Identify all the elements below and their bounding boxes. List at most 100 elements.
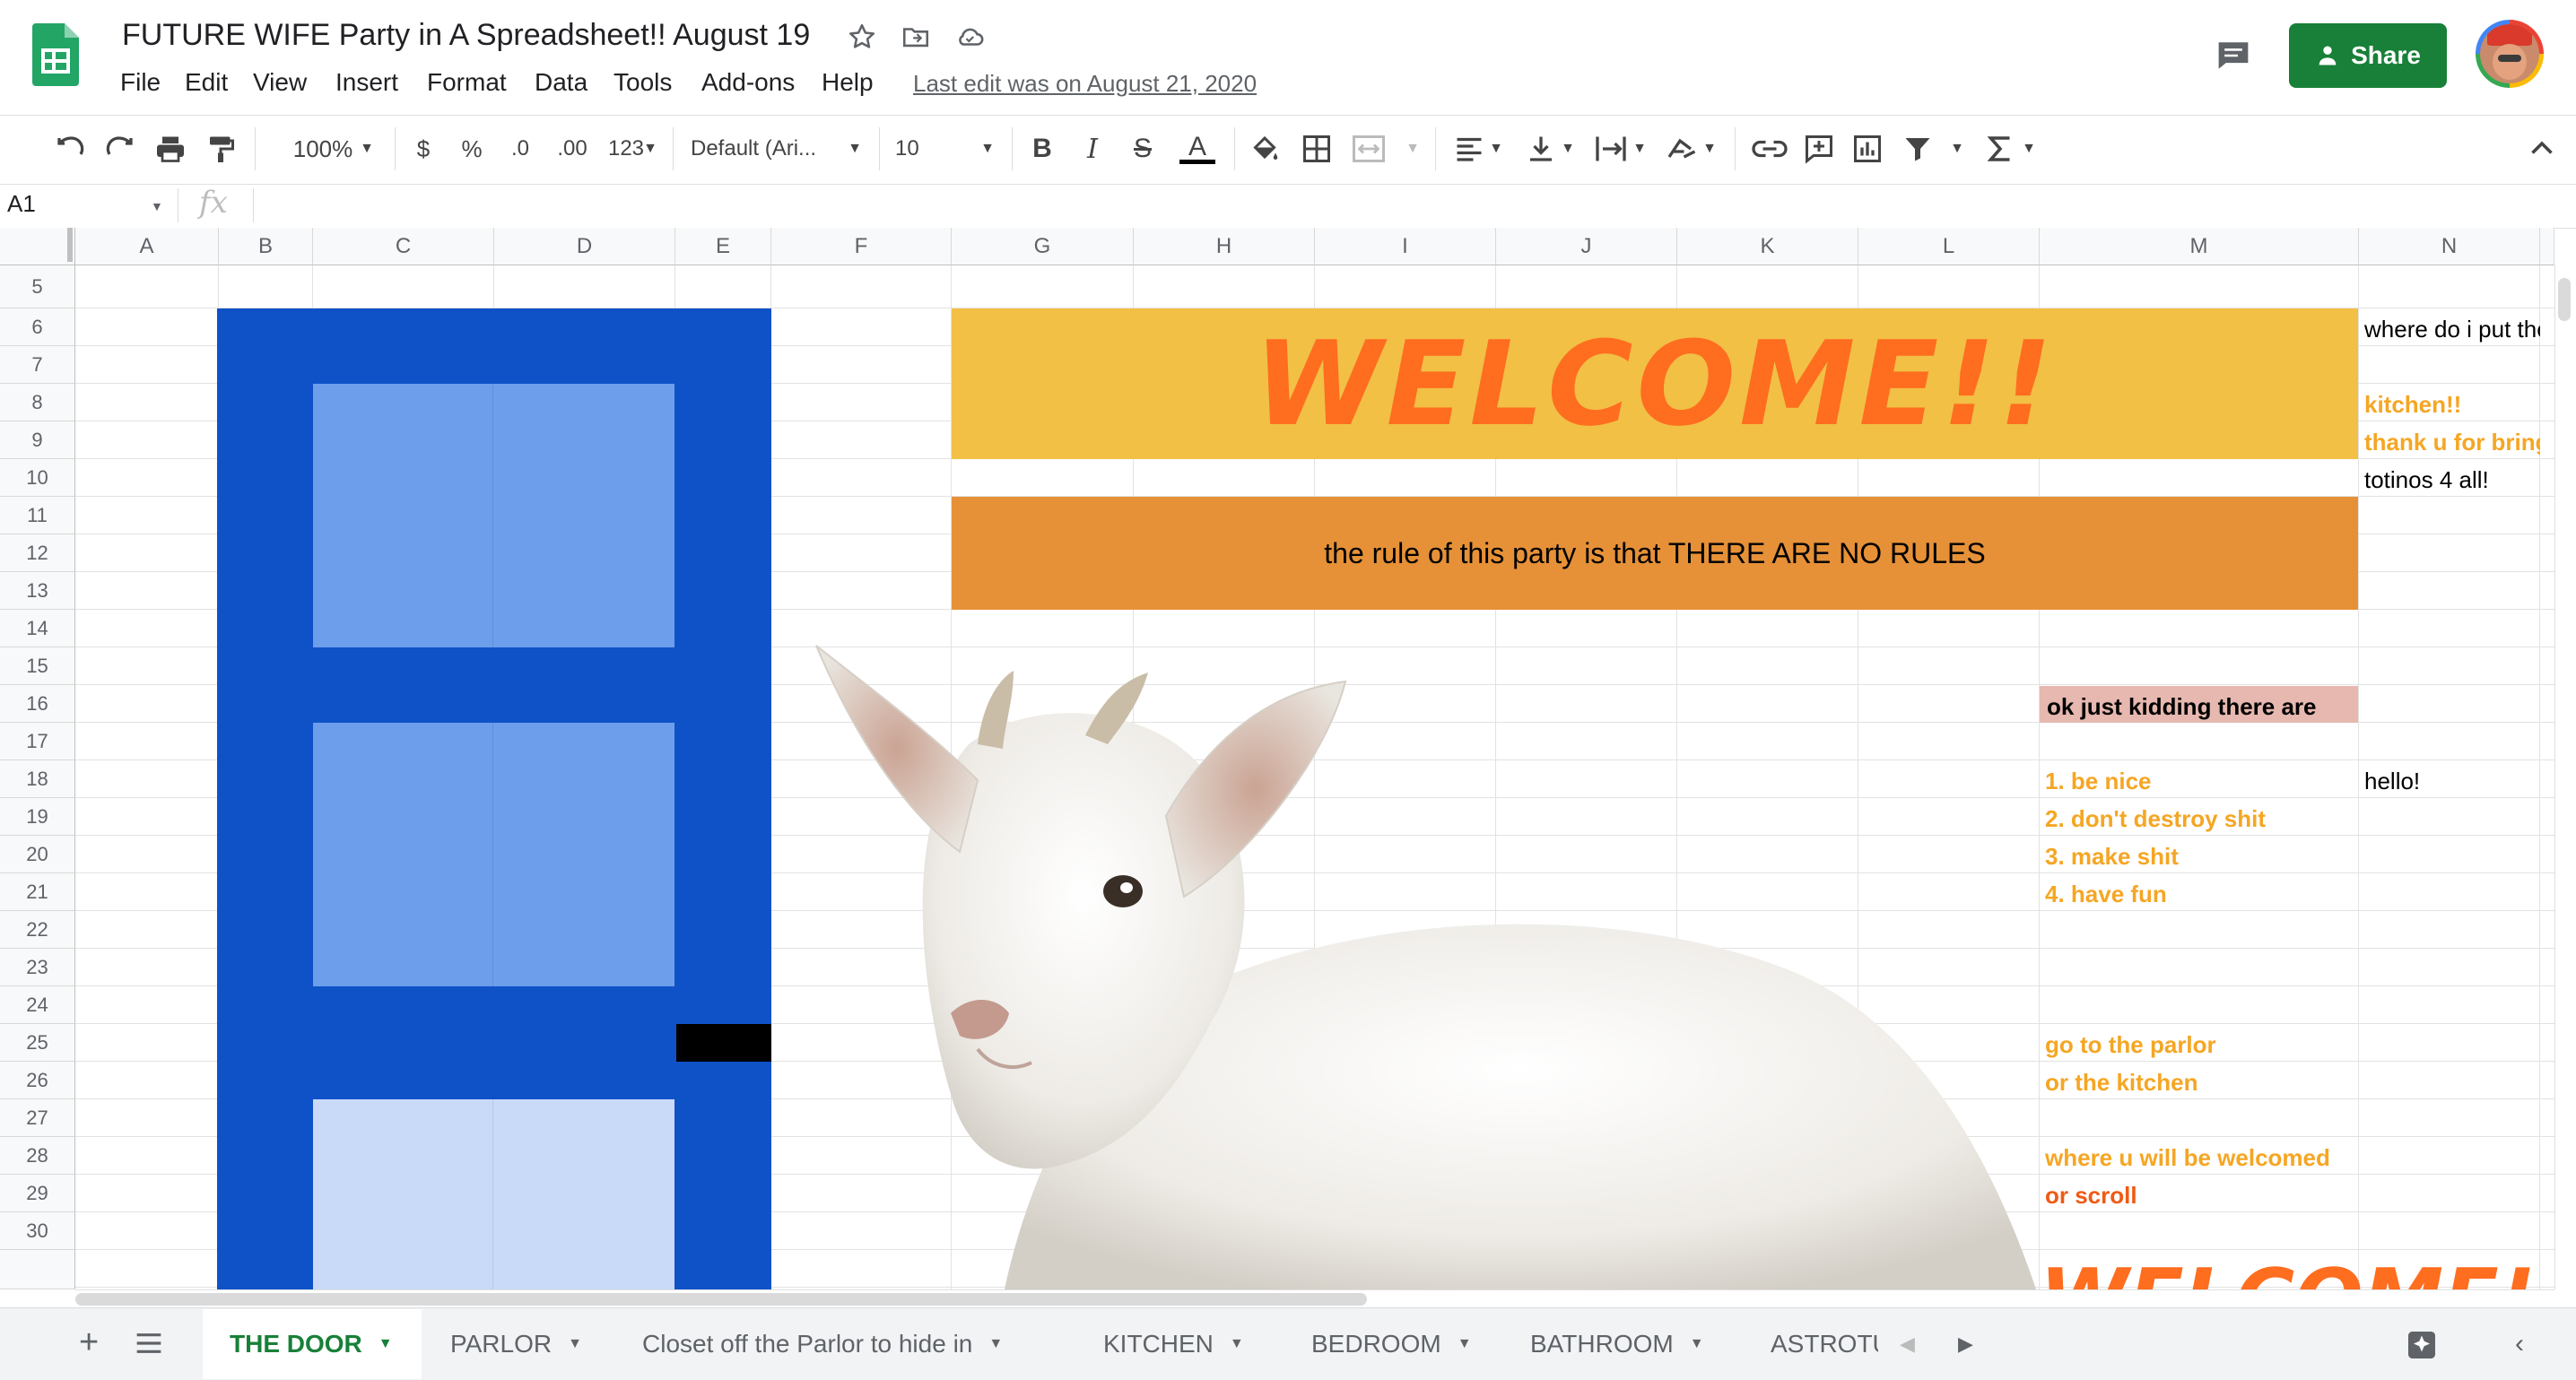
column-header-n[interactable]: N — [2359, 228, 2540, 265]
column-header-a[interactable]: A — [75, 228, 219, 265]
goat-image[interactable] — [789, 628, 2045, 1289]
row-header[interactable]: 6 — [0, 308, 75, 346]
door-panel-bottom[interactable] — [313, 1099, 674, 1289]
bottom-welcome-cell[interactable]: WELCOME!! — [2040, 1259, 2538, 1289]
last-edit-link[interactable]: Last edit was on August 21, 2020 — [913, 70, 1257, 98]
undo-icon[interactable] — [54, 133, 86, 165]
italic-button[interactable]: I — [1076, 133, 1109, 165]
scroll-cell[interactable]: or scroll — [2045, 1182, 2137, 1210]
welcome-banner[interactable]: WELCOME!! — [952, 308, 2358, 459]
chevron-down-icon[interactable]: ▼ — [1557, 133, 1579, 165]
chevron-down-icon[interactable]: ▼ — [151, 199, 163, 213]
side-panel-toggle-icon[interactable]: ‹ — [2515, 1329, 2524, 1359]
horizontal-scrollbar-thumb[interactable] — [75, 1293, 1367, 1306]
column-header-c[interactable]: C — [313, 228, 494, 265]
select-all-corner[interactable] — [0, 228, 75, 265]
row-header[interactable]: 8 — [0, 384, 75, 421]
door-panel-top[interactable] — [313, 384, 674, 647]
print-icon[interactable] — [154, 133, 187, 165]
door-panel-middle[interactable] — [313, 723, 674, 986]
menu-file[interactable]: File — [120, 68, 161, 97]
row-header[interactable]: 21 — [0, 873, 75, 911]
chevron-down-icon[interactable]: ▼ — [1699, 133, 1720, 165]
tab-bathroom[interactable]: BATHROOM ▼ — [1503, 1309, 1731, 1379]
tab-bedroom[interactable]: BEDROOM ▼ — [1284, 1309, 1500, 1379]
row-header[interactable]: 19 — [0, 798, 75, 836]
n10-cell[interactable]: totinos 4 all! — [2364, 466, 2540, 494]
menu-tools[interactable]: Tools — [614, 68, 672, 97]
link-icon[interactable] — [1751, 133, 1788, 165]
font-size-select[interactable]: 10 — [895, 133, 940, 165]
column-header-i[interactable]: I — [1315, 228, 1496, 265]
row-header[interactable] — [0, 1250, 75, 1289]
column-header-f[interactable]: F — [771, 228, 952, 265]
row-header[interactable]: 16 — [0, 685, 75, 723]
rule-1-cell[interactable]: 1. be nice — [2045, 768, 2152, 795]
chevron-left-icon[interactable]: ◀ — [1900, 1332, 1915, 1356]
column-header-d[interactable]: D — [494, 228, 675, 265]
row-header[interactable]: 10 — [0, 459, 75, 497]
bold-button[interactable]: B — [1026, 133, 1058, 165]
row-header[interactable]: 13 — [0, 572, 75, 610]
n9-cell[interactable]: thank u for bring — [2364, 429, 2540, 456]
chevron-down-icon[interactable]: ▼ — [843, 133, 866, 165]
paint-format-icon[interactable] — [205, 133, 237, 165]
menu-view[interactable]: View — [253, 68, 307, 97]
column-header-h[interactable]: H — [1134, 228, 1315, 265]
vertical-scrollbar-thumb[interactable] — [2558, 278, 2571, 321]
rule-3-cell[interactable]: 3. make shit — [2045, 843, 2179, 871]
merge-cells-icon[interactable] — [1351, 133, 1387, 165]
align-left-icon[interactable] — [1453, 133, 1485, 165]
format-percent-button[interactable]: % — [456, 133, 488, 165]
parlor-cell[interactable]: go to the parlor — [2045, 1031, 2216, 1059]
chevron-down-icon[interactable]: ▼ — [1690, 1336, 1704, 1352]
decrease-decimal-button[interactable]: .0 — [502, 133, 538, 165]
name-box[interactable]: A1 — [7, 190, 160, 218]
row-header[interactable]: 7 — [0, 346, 75, 384]
row-header[interactable]: 20 — [0, 836, 75, 873]
text-color-button[interactable]: A — [1177, 133, 1218, 165]
text-rotate-icon[interactable] — [1665, 133, 1701, 165]
n6-cell[interactable]: where do i put the — [2364, 316, 2540, 343]
cloud-saved-icon[interactable] — [954, 22, 985, 52]
sheets-logo-icon[interactable] — [32, 23, 79, 86]
tab-the-door[interactable]: THE DOOR ▼ — [203, 1309, 422, 1379]
vertical-scrollbar-track[interactable] — [2554, 265, 2576, 1289]
column-header-b[interactable]: B — [219, 228, 313, 265]
insert-chart-icon[interactable] — [1851, 133, 1884, 165]
chevron-down-icon[interactable]: ▼ — [1401, 133, 1424, 165]
star-icon[interactable] — [847, 22, 877, 52]
row-header[interactable]: 9 — [0, 421, 75, 459]
menu-help[interactable]: Help — [822, 68, 874, 97]
row-header[interactable]: 22 — [0, 911, 75, 949]
chevron-down-icon[interactable]: ▼ — [379, 1336, 393, 1352]
chevron-down-icon[interactable]: ▼ — [988, 1336, 1003, 1352]
chevron-down-icon[interactable]: ▼ — [1230, 1336, 1244, 1352]
avatar[interactable] — [2476, 20, 2544, 88]
column-header-j[interactable]: J — [1496, 228, 1677, 265]
column-header-m[interactable]: M — [2040, 228, 2359, 265]
insert-comment-icon[interactable] — [1803, 133, 1835, 165]
column-header-e[interactable]: E — [675, 228, 771, 265]
font-family-select[interactable]: Default (Ari... — [691, 133, 843, 165]
row-header[interactable]: 5 — [0, 265, 75, 308]
row-header[interactable]: 17 — [0, 723, 75, 760]
menu-edit[interactable]: Edit — [185, 68, 228, 97]
chevron-right-icon[interactable]: ▶ — [1958, 1332, 1973, 1356]
chevron-down-icon[interactable]: ▼ — [976, 133, 999, 165]
column-header-o[interactable] — [2540, 228, 2554, 265]
rule-banner[interactable]: the rule of this party is that THERE ARE… — [952, 497, 2358, 610]
row-header[interactable]: 27 — [0, 1099, 75, 1137]
increase-decimal-button[interactable]: .00 — [549, 133, 596, 165]
kitchen-cell[interactable]: or the kitchen — [2045, 1069, 2197, 1097]
chevron-down-icon[interactable]: ▼ — [1458, 1336, 1472, 1352]
borders-icon[interactable] — [1301, 133, 1333, 165]
row-header[interactable]: 30 — [0, 1212, 75, 1250]
fill-color-icon[interactable] — [1249, 133, 1281, 165]
row-header[interactable]: 26 — [0, 1062, 75, 1099]
kidding-cell[interactable]: ok just kidding there are — [2040, 686, 2358, 723]
row-header[interactable]: 25 — [0, 1024, 75, 1062]
move-folder-icon[interactable] — [901, 22, 931, 52]
chevron-down-icon[interactable]: ▼ — [355, 133, 379, 165]
chevron-up-icon[interactable] — [2526, 133, 2558, 165]
